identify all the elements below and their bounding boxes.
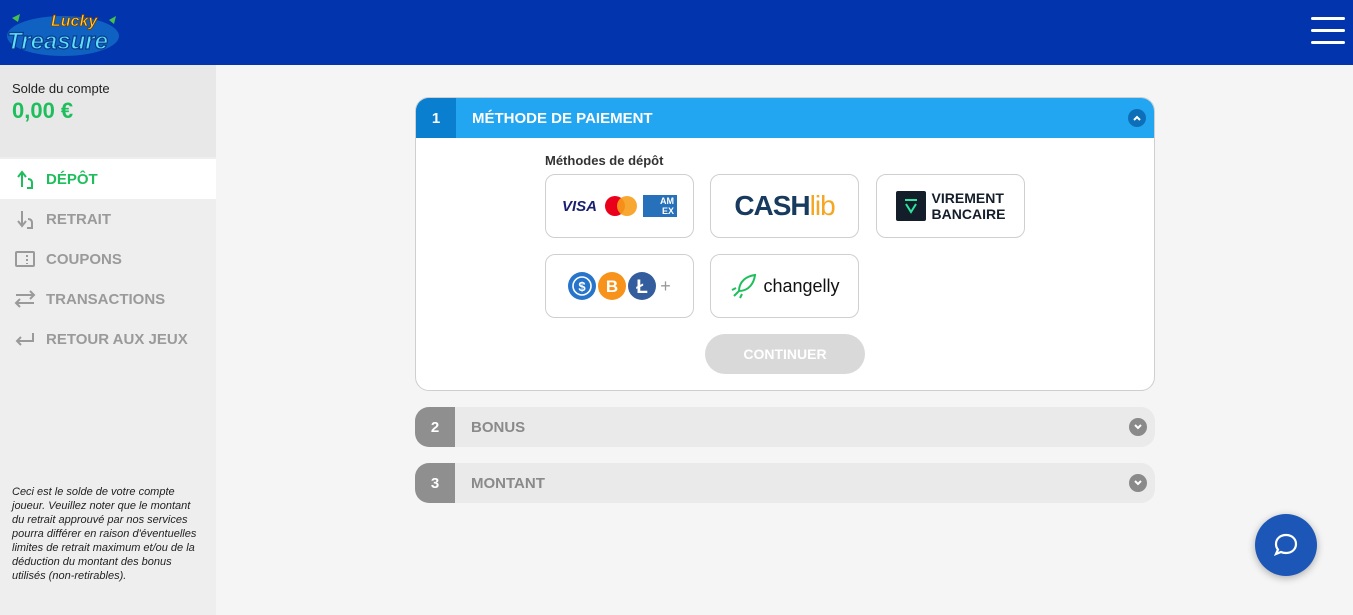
deposit-icon [12,166,38,192]
transfer-arrows-icon [12,286,38,312]
more-crypto-plus: + [660,275,671,296]
changelly-logo: changelly [763,275,840,296]
cashlib-logo: CASHlib [734,190,835,221]
step-montant[interactable]: 3 MONTANT [415,463,1155,503]
step-payment-method: 1 MÉTHODE DE PAIEMENT Méthodes de dépôt … [415,97,1155,391]
svg-text:$: $ [579,279,587,294]
step-bonus[interactable]: 2 BONUS [415,407,1155,447]
chevron-up-icon[interactable] [1128,109,1146,127]
visa-logo: VISA [561,197,597,215]
payment-method-crypto[interactable]: $ B Ł + [545,254,694,318]
step-title: MÉTHODE DE PAIEMENT [472,109,653,127]
sidebar: Solde du compte 0,00 € DÉPÔT RETRAIT COU… [0,65,216,615]
payment-method-cards[interactable]: VISA AM EX [545,174,694,238]
step-number: 1 [416,98,456,138]
step-header[interactable]: 2 BONUS [415,407,1155,447]
account-balance: Solde du compte 0,00 € [0,65,216,157]
sidebar-item-retrait[interactable]: RETRAIT [0,199,216,239]
bitcoin-icon: B [598,272,627,300]
sidebar-item-label: RETRAIT [46,210,111,228]
svg-text:B: B [606,277,618,296]
step-number: 2 [415,407,455,447]
chevron-down-icon[interactable] [1129,418,1147,436]
hamburger-icon [1311,17,1345,20]
step-title: BONUS [471,418,526,436]
sidebar-item-label: COUPONS [46,250,122,268]
sidebar-item-label: TRANSACTIONS [46,290,166,308]
coupon-icon [12,246,38,272]
chat-bubble-icon [1273,533,1298,557]
step-number: 3 [415,463,455,503]
lucky-treasure-logo[interactable]: Lucky Treasure [4,6,122,60]
top-header: Lucky Treasure [0,0,1353,65]
payment-method-cashlib[interactable]: CASHlib [710,174,859,238]
step-header[interactable]: 3 MONTANT [415,463,1155,503]
step-title: MONTANT [471,474,545,492]
chevron-down-icon[interactable] [1129,474,1147,492]
bank-transfer-icon [895,191,926,221]
hamburger-menu-button[interactable] [1311,17,1345,47]
sidebar-item-coupons[interactable]: COUPONS [0,239,216,279]
sidebar-item-label: RETOUR AUX JEUX [46,330,188,348]
rocket-icon [732,273,757,299]
step-header[interactable]: 1 MÉTHODE DE PAIEMENT [416,98,1154,138]
deposit-methods-label: Méthodes de dépôt [545,153,664,168]
sidebar-item-transactions[interactable]: TRANSACTIONS [0,279,216,319]
amex-logo: AM EX [643,195,677,217]
svg-text:Treasure: Treasure [7,28,108,55]
live-chat-button[interactable] [1255,514,1317,576]
return-arrow-icon [12,326,38,352]
sidebar-nav: DÉPÔT RETRAIT COUPONS TRANSACTIONS RETOU… [0,159,216,359]
sidebar-item-label: DÉPÔT [46,170,98,188]
sidebar-item-retour-aux-jeux[interactable]: RETOUR AUX JEUX [0,319,216,359]
litecoin-icon: Ł [628,272,657,300]
sidebar-item-depot[interactable]: DÉPÔT [0,159,216,199]
continue-button[interactable]: CONTINUER [705,334,865,374]
balance-value: 0,00 € [12,98,74,123]
withdraw-icon [12,206,38,232]
svg-text:Ł: Ł [636,277,648,298]
mastercard-icon [605,196,637,216]
balance-label: Solde du compte [12,81,110,96]
balance-disclaimer: Ceci est le solde de votre compte joueur… [12,486,197,582]
usdc-icon: $ [568,272,597,300]
payment-method-changelly[interactable]: changelly [710,254,859,318]
payment-method-virement-bancaire[interactable]: VIREMENT BANCAIRE [876,174,1025,238]
